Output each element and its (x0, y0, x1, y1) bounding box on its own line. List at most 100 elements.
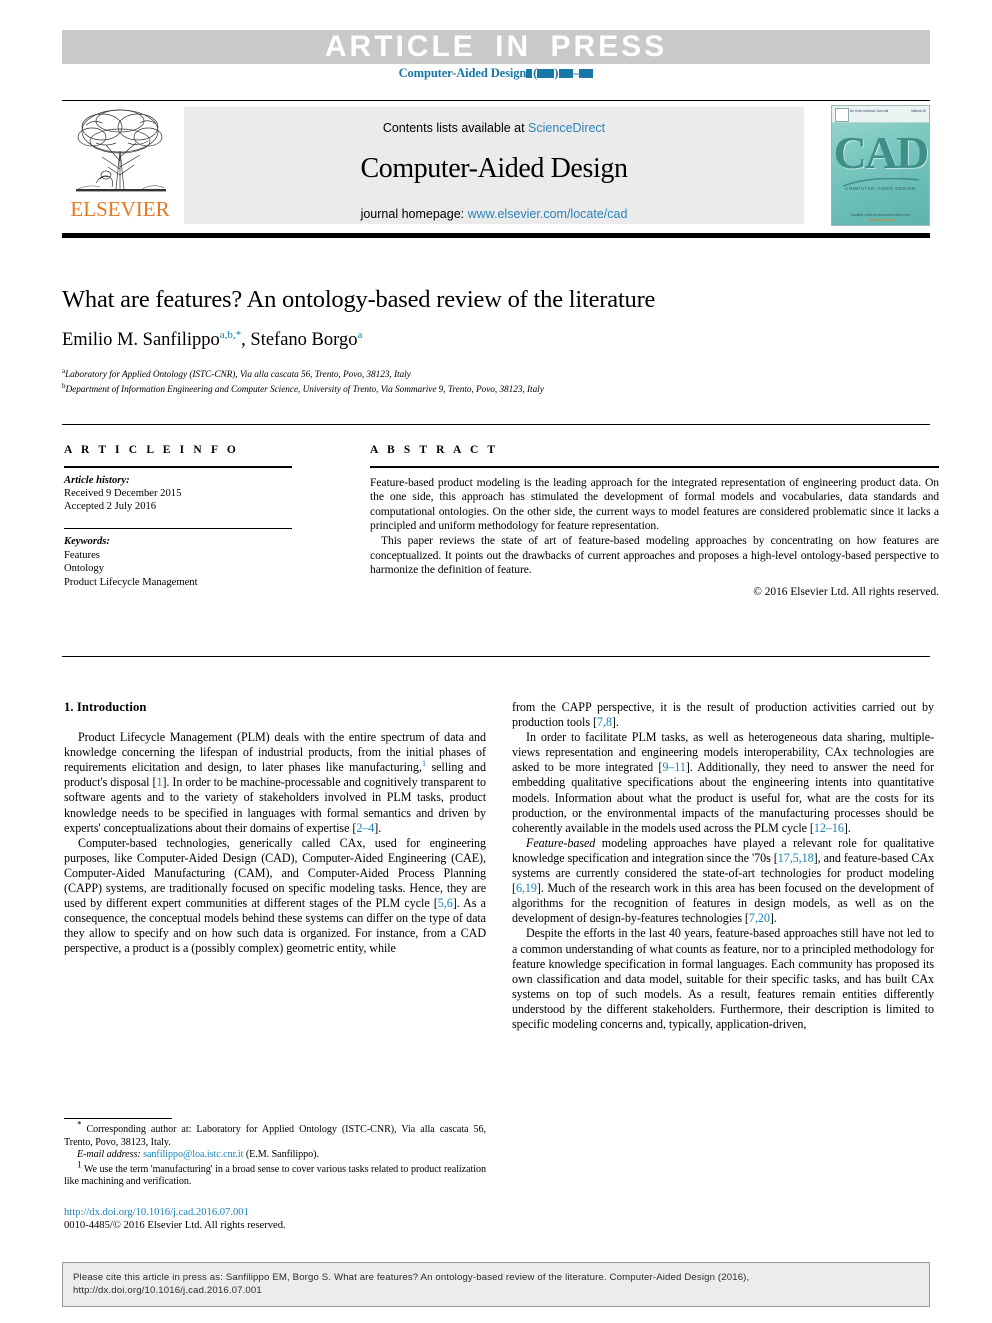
footnote-mark-1: 1 (77, 1159, 82, 1170)
footnote-block: * Corresponding author at: Laboratory fo… (64, 1120, 486, 1189)
feature-based-emphasis: Feature-based (526, 835, 596, 850)
footnote-email-label: E-mail address: (77, 1149, 141, 1161)
article-info-column: Article history: Received 9 December 201… (64, 466, 292, 589)
homepage-prefix: journal homepage: (360, 207, 468, 221)
doi-block: http://dx.doi.org/10.1016/j.cad.2016.07.… (64, 1206, 486, 1232)
elsevier-wordmark: ELSEVIER (70, 197, 170, 221)
cover-footer-sciencedirect: ScienceDirect (868, 217, 893, 222)
abstract-body: Feature-based product modeling is the le… (370, 476, 939, 578)
body-paragraph-left-1: Product Lifecycle Management (PLM) deals… (64, 730, 486, 835)
footnote-email-suffix: (E.M. Sanfilippo). (245, 1149, 319, 1161)
footnote-ref-1[interactable]: 1 (422, 758, 426, 768)
section-heading-introduction: 1. Introduction (64, 700, 147, 714)
cover-cad-logotype: CAD (833, 127, 929, 178)
affiliation-b-text: Department of Information Engineering an… (65, 385, 544, 395)
journal-homepage-link[interactable]: www.elsevier.com/locate/cad (468, 207, 628, 221)
citation-ref-5-6[interactable]: 5,6 (438, 896, 453, 910)
abstract-heading: A B S T R A C T (370, 444, 499, 456)
body-column-left: 1. Introduction Product Lifecycle Manage… (64, 700, 486, 957)
journal-homepage-line: journal homepage: www.elsevier.com/locat… (184, 207, 804, 221)
keywords-block: Keywords: Features Ontology Product Life… (64, 535, 292, 589)
cover-footer: Available online at www.sciencedirect.co… (832, 213, 929, 222)
body-paragraph-right-3: Feature-based modeling approaches have p… (512, 835, 935, 926)
cover-top-right-text: Volume 00 (910, 109, 926, 113)
keyword-1: Features (64, 549, 100, 561)
article-history-block: Article history: Received 9 December 201… (64, 474, 292, 514)
cite-line-2: http://dx.doi.org/10.1016/j.cad.2016.07.… (73, 1285, 262, 1296)
affiliation-b: bDepartment of Information Engineering a… (62, 382, 930, 395)
footnote-corresponding-text: Corresponding author at: Laboratory for … (64, 1124, 486, 1148)
citation-ref-7-20[interactable]: 7,20 (749, 911, 770, 925)
abstract-column: Feature-based product modeling is the le… (370, 466, 939, 598)
body-column-right: from the CAPP perspective, it is the res… (512, 700, 934, 1032)
journal-cover-image: An International Journal Volume 00 CAD C… (831, 105, 930, 226)
page-start-placeholder-block (559, 68, 574, 78)
journal-reference-line: Computer-Aided Design () – (0, 66, 992, 81)
body-paragraph-left-2: Computer-based technologies, generically… (64, 835, 486, 956)
article-info-rule (64, 466, 292, 468)
citation-ref-2-4[interactable]: 2–4 (356, 821, 374, 835)
page-end-placeholder-block (579, 68, 594, 78)
paper-page: ARTICLE IN PRESS Computer-Aided Design (… (0, 0, 992, 1323)
citation-ref-6-19[interactable]: 6,19 (516, 881, 537, 895)
keyword-3: Product Lifecycle Management (64, 576, 198, 588)
body-paragraph-right-4: Despite the efforts in the last 40 years… (512, 926, 934, 1031)
article-history-received: Received 9 December 2015 (64, 488, 182, 499)
cite-text: Please cite this article in press as: Sa… (73, 1271, 919, 1297)
cover-top-left-text: An International Journal (850, 109, 889, 113)
sciencedirect-link[interactable]: ScienceDirect (528, 121, 605, 135)
footnote-email-link[interactable]: sanfilippo@loa.istc.cnr.it (143, 1149, 243, 1160)
cite-line-1: Please cite this article in press as: Sa… (73, 1272, 750, 1283)
keyword-2: Ontology (64, 563, 105, 575)
journal-title: Computer-Aided Design (360, 153, 628, 184)
footnote-note-1: 1 We use the term 'manufacturing' in a b… (64, 1160, 486, 1189)
masthead-bottom-rule (62, 233, 930, 238)
cite-this-article-box: Please cite this article in press as: Sa… (62, 1262, 930, 1307)
keywords-rule (64, 527, 292, 530)
article-in-press-label: ARTICLE IN PRESS (324, 30, 668, 63)
elsevier-tree-icon (76, 109, 166, 192)
body-paragraph-right-1: from the CAPP perspective, it is the res… (512, 700, 934, 730)
footnote-mark-asterisk: * (77, 1119, 82, 1130)
volume-placeholder-block (526, 68, 533, 78)
footnote-corresponding-author: * Corresponding author at: Laboratory fo… (64, 1120, 486, 1149)
author-sup-1[interactable]: a,b,* (220, 329, 241, 341)
abstract-copyright: © 2016 Elsevier Ltd. All rights reserved… (753, 585, 939, 598)
article-history-label: Article history: (64, 474, 130, 486)
abstract-paragraph-1: Feature-based product modeling is the le… (370, 475, 939, 533)
citation-ref-9-11[interactable]: 9–11 (662, 760, 686, 774)
info-section-bottom-rule (62, 656, 930, 657)
affiliation-a: aLaboratory for Applied Ontology (ISTC-C… (62, 367, 930, 380)
author-sup-2[interactable]: a (357, 329, 362, 341)
body-paragraph-right-2: In order to facilitate PLM tasks, as wel… (512, 730, 934, 835)
info-section-top-rule (62, 424, 930, 425)
footnote-note-1-text: We use the term 'manufacturing' in a bro… (64, 1163, 486, 1188)
doi-link[interactable]: http://dx.doi.org/10.1016/j.cad.2016.07.… (64, 1206, 486, 1219)
citation-ref-1[interactable]: 1 (156, 775, 162, 789)
year-placeholder-block (537, 68, 555, 78)
cover-subtitle: COMPUTER-AIDED DESIGN (845, 186, 916, 191)
abstract-rule (370, 466, 939, 468)
citation-ref-7-8[interactable]: 7,8 (597, 715, 612, 729)
abstract-paragraph-2: This paper reviews the state of art of f… (370, 533, 939, 577)
journal-masthead: ELSEVIER Contents lists available at Sci… (62, 100, 930, 228)
article-history-accepted: Accepted 2 July 2016 (64, 501, 157, 513)
citation-ref-17-5-18[interactable]: 17,5,18 (778, 851, 814, 865)
footnote-email-line: E-mail address: sanfilippo@loa.istc.cnr.… (64, 1149, 486, 1162)
keywords-label: Keywords: (64, 536, 110, 548)
citation-ref-12-16[interactable]: 12–16 (814, 821, 844, 835)
author-name-2: Stefano Borgo (250, 330, 358, 350)
affiliation-a-text: Laboratory for Applied Ontology (ISTC-CN… (65, 370, 411, 380)
cover-topbar: An International Journal Volume 00 (832, 106, 929, 123)
page-title: What are features? An ontology-based rev… (62, 286, 656, 313)
masthead-center-panel: Contents lists available at ScienceDirec… (184, 107, 804, 224)
article-info-heading: A R T I C L E I N F O (64, 444, 239, 456)
article-in-press-banner: ARTICLE IN PRESS (62, 30, 930, 64)
contents-prefix: Contents lists available at (382, 121, 529, 135)
author-list: Emilio M. Sanfilippoa,b,*, Stefano Borgo… (62, 328, 363, 350)
issn-copyright-line: 0010-4485/© 2016 Elsevier Ltd. All right… (64, 1220, 286, 1231)
author-name-1: Emilio M. Sanfilippo (62, 330, 220, 350)
cover-elsevier-mini-logo (835, 108, 849, 122)
contents-available-line: Contents lists available at ScienceDirec… (184, 121, 804, 135)
